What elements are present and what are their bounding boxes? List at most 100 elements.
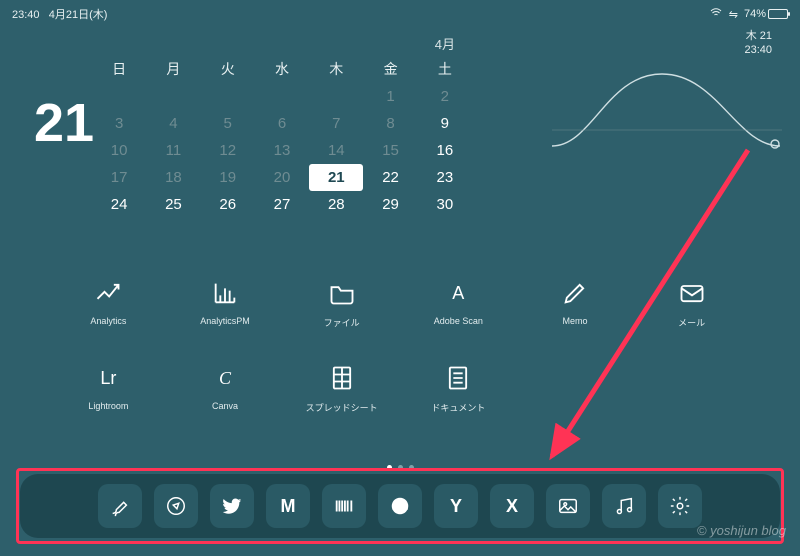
bars-icon bbox=[210, 278, 240, 308]
calendar-day[interactable]: 17 bbox=[92, 164, 146, 191]
app-mail[interactable]: メール bbox=[633, 278, 750, 329]
dock-x-app[interactable]: X bbox=[490, 484, 534, 528]
calendar-day[interactable] bbox=[255, 83, 309, 110]
mail-icon bbox=[677, 278, 707, 308]
svg-text:LINE: LINE bbox=[393, 504, 408, 511]
page-dot bbox=[409, 465, 414, 470]
dock-procreate[interactable] bbox=[98, 484, 142, 528]
app-analytics[interactable]: Analytics bbox=[50, 278, 167, 329]
calendar-day[interactable]: 24 bbox=[92, 191, 146, 218]
calendar-day[interactable]: 9 bbox=[418, 110, 472, 137]
calendar-day[interactable]: 14 bbox=[309, 137, 363, 164]
calendar-month-row: 4月 bbox=[92, 34, 472, 53]
calendar-day[interactable]: 18 bbox=[146, 164, 200, 191]
sync-icon: ⇋ bbox=[729, 8, 738, 21]
dock-twitter[interactable] bbox=[210, 484, 254, 528]
calendar-dow: 土 bbox=[418, 55, 472, 83]
calendar-day[interactable]: 26 bbox=[201, 191, 255, 218]
calendar-dow: 金 bbox=[363, 55, 417, 83]
calendar-day[interactable]: 10 bbox=[92, 137, 146, 164]
calendar-day[interactable]: 20 bbox=[255, 164, 309, 191]
calendar-dow: 木 bbox=[309, 55, 363, 83]
app-analytics-pm[interactable]: AnalyticsPM bbox=[167, 278, 284, 329]
calendar-day[interactable]: 4 bbox=[146, 110, 200, 137]
app-adobe-scan[interactable]: A Adobe Scan bbox=[400, 278, 517, 329]
dock-yahoo[interactable]: Y bbox=[434, 484, 478, 528]
dock-container: M LINE YX bbox=[20, 474, 780, 538]
page-indicator[interactable] bbox=[0, 465, 800, 470]
dock-safari[interactable] bbox=[154, 484, 198, 528]
calendar-day[interactable]: 13 bbox=[255, 137, 309, 164]
calendar-day[interactable]: 22 bbox=[363, 164, 417, 191]
app-lightroom[interactable]: LrLightroom bbox=[50, 363, 167, 414]
battery-indicator: 74% bbox=[744, 8, 788, 20]
letterA-icon: A bbox=[443, 278, 473, 308]
calendar-dow-row: 日月火水木金土 bbox=[92, 55, 472, 83]
clock-widget[interactable]: 木 21 23:40 bbox=[744, 30, 772, 58]
doc-icon bbox=[443, 363, 473, 393]
watermark: © yoshijun blog bbox=[697, 523, 786, 538]
calendar-widget[interactable]: 4月 日月火水木金土 12345678910111213141516171819… bbox=[92, 34, 472, 218]
app-label: ドキュメント bbox=[431, 401, 485, 414]
calendar-day[interactable] bbox=[146, 83, 200, 110]
status-time: 23:40 bbox=[12, 9, 40, 21]
calendar-day[interactable]: 27 bbox=[255, 191, 309, 218]
dock-gmail[interactable]: M bbox=[266, 484, 310, 528]
clock-widget-time: 23:40 bbox=[744, 44, 772, 58]
clock-widget-day: 木 21 bbox=[744, 30, 772, 44]
calendar-dow: 日 bbox=[92, 55, 146, 83]
calendar-month-label: 4月 bbox=[418, 34, 472, 53]
calendar-day[interactable]: 23 bbox=[418, 164, 472, 191]
trend-icon bbox=[93, 278, 123, 308]
wifi-icon bbox=[709, 7, 723, 22]
calendar-day[interactable]: 11 bbox=[146, 137, 200, 164]
calendar-day[interactable] bbox=[92, 83, 146, 110]
sun-curve-widget[interactable] bbox=[552, 68, 782, 158]
app-label: Analytics bbox=[90, 316, 126, 326]
folder-icon bbox=[327, 278, 357, 308]
app-label: ファイル bbox=[324, 316, 360, 329]
dock-barcode[interactable] bbox=[322, 484, 366, 528]
dock-settings[interactable] bbox=[658, 484, 702, 528]
calendar-day[interactable] bbox=[309, 83, 363, 110]
app-documents[interactable]: ドキュメント bbox=[400, 363, 517, 414]
calendar-day[interactable]: 15 bbox=[363, 137, 417, 164]
dock-music[interactable] bbox=[602, 484, 646, 528]
home-app-grid: Analytics AnalyticsPM ファイル A Adobe Scan Memo メ… bbox=[50, 278, 750, 414]
calendar-day[interactable]: 30 bbox=[418, 191, 472, 218]
dock: M LINE YX bbox=[20, 474, 780, 538]
app-label: Memo bbox=[562, 316, 587, 326]
calendar-day[interactable] bbox=[201, 83, 255, 110]
calendar-day[interactable]: 7 bbox=[309, 110, 363, 137]
app-sheets[interactable]: スプレッドシート bbox=[283, 363, 400, 414]
calendar-day-today[interactable]: 21 bbox=[309, 164, 363, 191]
calendar-day[interactable]: 16 bbox=[418, 137, 472, 164]
calendar-dow: 月 bbox=[146, 55, 200, 83]
app-label: Adobe Scan bbox=[434, 316, 483, 326]
calendar-day[interactable]: 8 bbox=[363, 110, 417, 137]
calendar-day[interactable]: 5 bbox=[201, 110, 255, 137]
calendar-day[interactable]: 12 bbox=[201, 137, 255, 164]
calendar-day[interactable]: 28 bbox=[309, 191, 363, 218]
battery-percent: 74% bbox=[744, 8, 766, 20]
app-files[interactable]: ファイル bbox=[283, 278, 400, 329]
calendar-dow: 水 bbox=[255, 55, 309, 83]
status-right: ⇋ 74% bbox=[709, 7, 788, 22]
calendar-day[interactable]: 2 bbox=[418, 83, 472, 110]
status-date: 4月21日(木) bbox=[49, 9, 108, 21]
calendar-day[interactable]: 25 bbox=[146, 191, 200, 218]
dock-photos[interactable] bbox=[546, 484, 590, 528]
app-canva[interactable]: CCanva bbox=[167, 363, 284, 414]
app-memo[interactable]: Memo bbox=[517, 278, 634, 329]
app-label: スプレッドシート bbox=[306, 401, 378, 414]
calendar-day[interactable]: 1 bbox=[363, 83, 417, 110]
page-dot bbox=[398, 465, 403, 470]
pencil-icon bbox=[560, 278, 590, 308]
calendar-day[interactable]: 6 bbox=[255, 110, 309, 137]
calendar-day[interactable]: 3 bbox=[92, 110, 146, 137]
sheet-icon bbox=[327, 363, 357, 393]
calendar-dow: 火 bbox=[201, 55, 255, 83]
dock-line[interactable]: LINE bbox=[378, 484, 422, 528]
calendar-day[interactable]: 29 bbox=[363, 191, 417, 218]
calendar-day[interactable]: 19 bbox=[201, 164, 255, 191]
